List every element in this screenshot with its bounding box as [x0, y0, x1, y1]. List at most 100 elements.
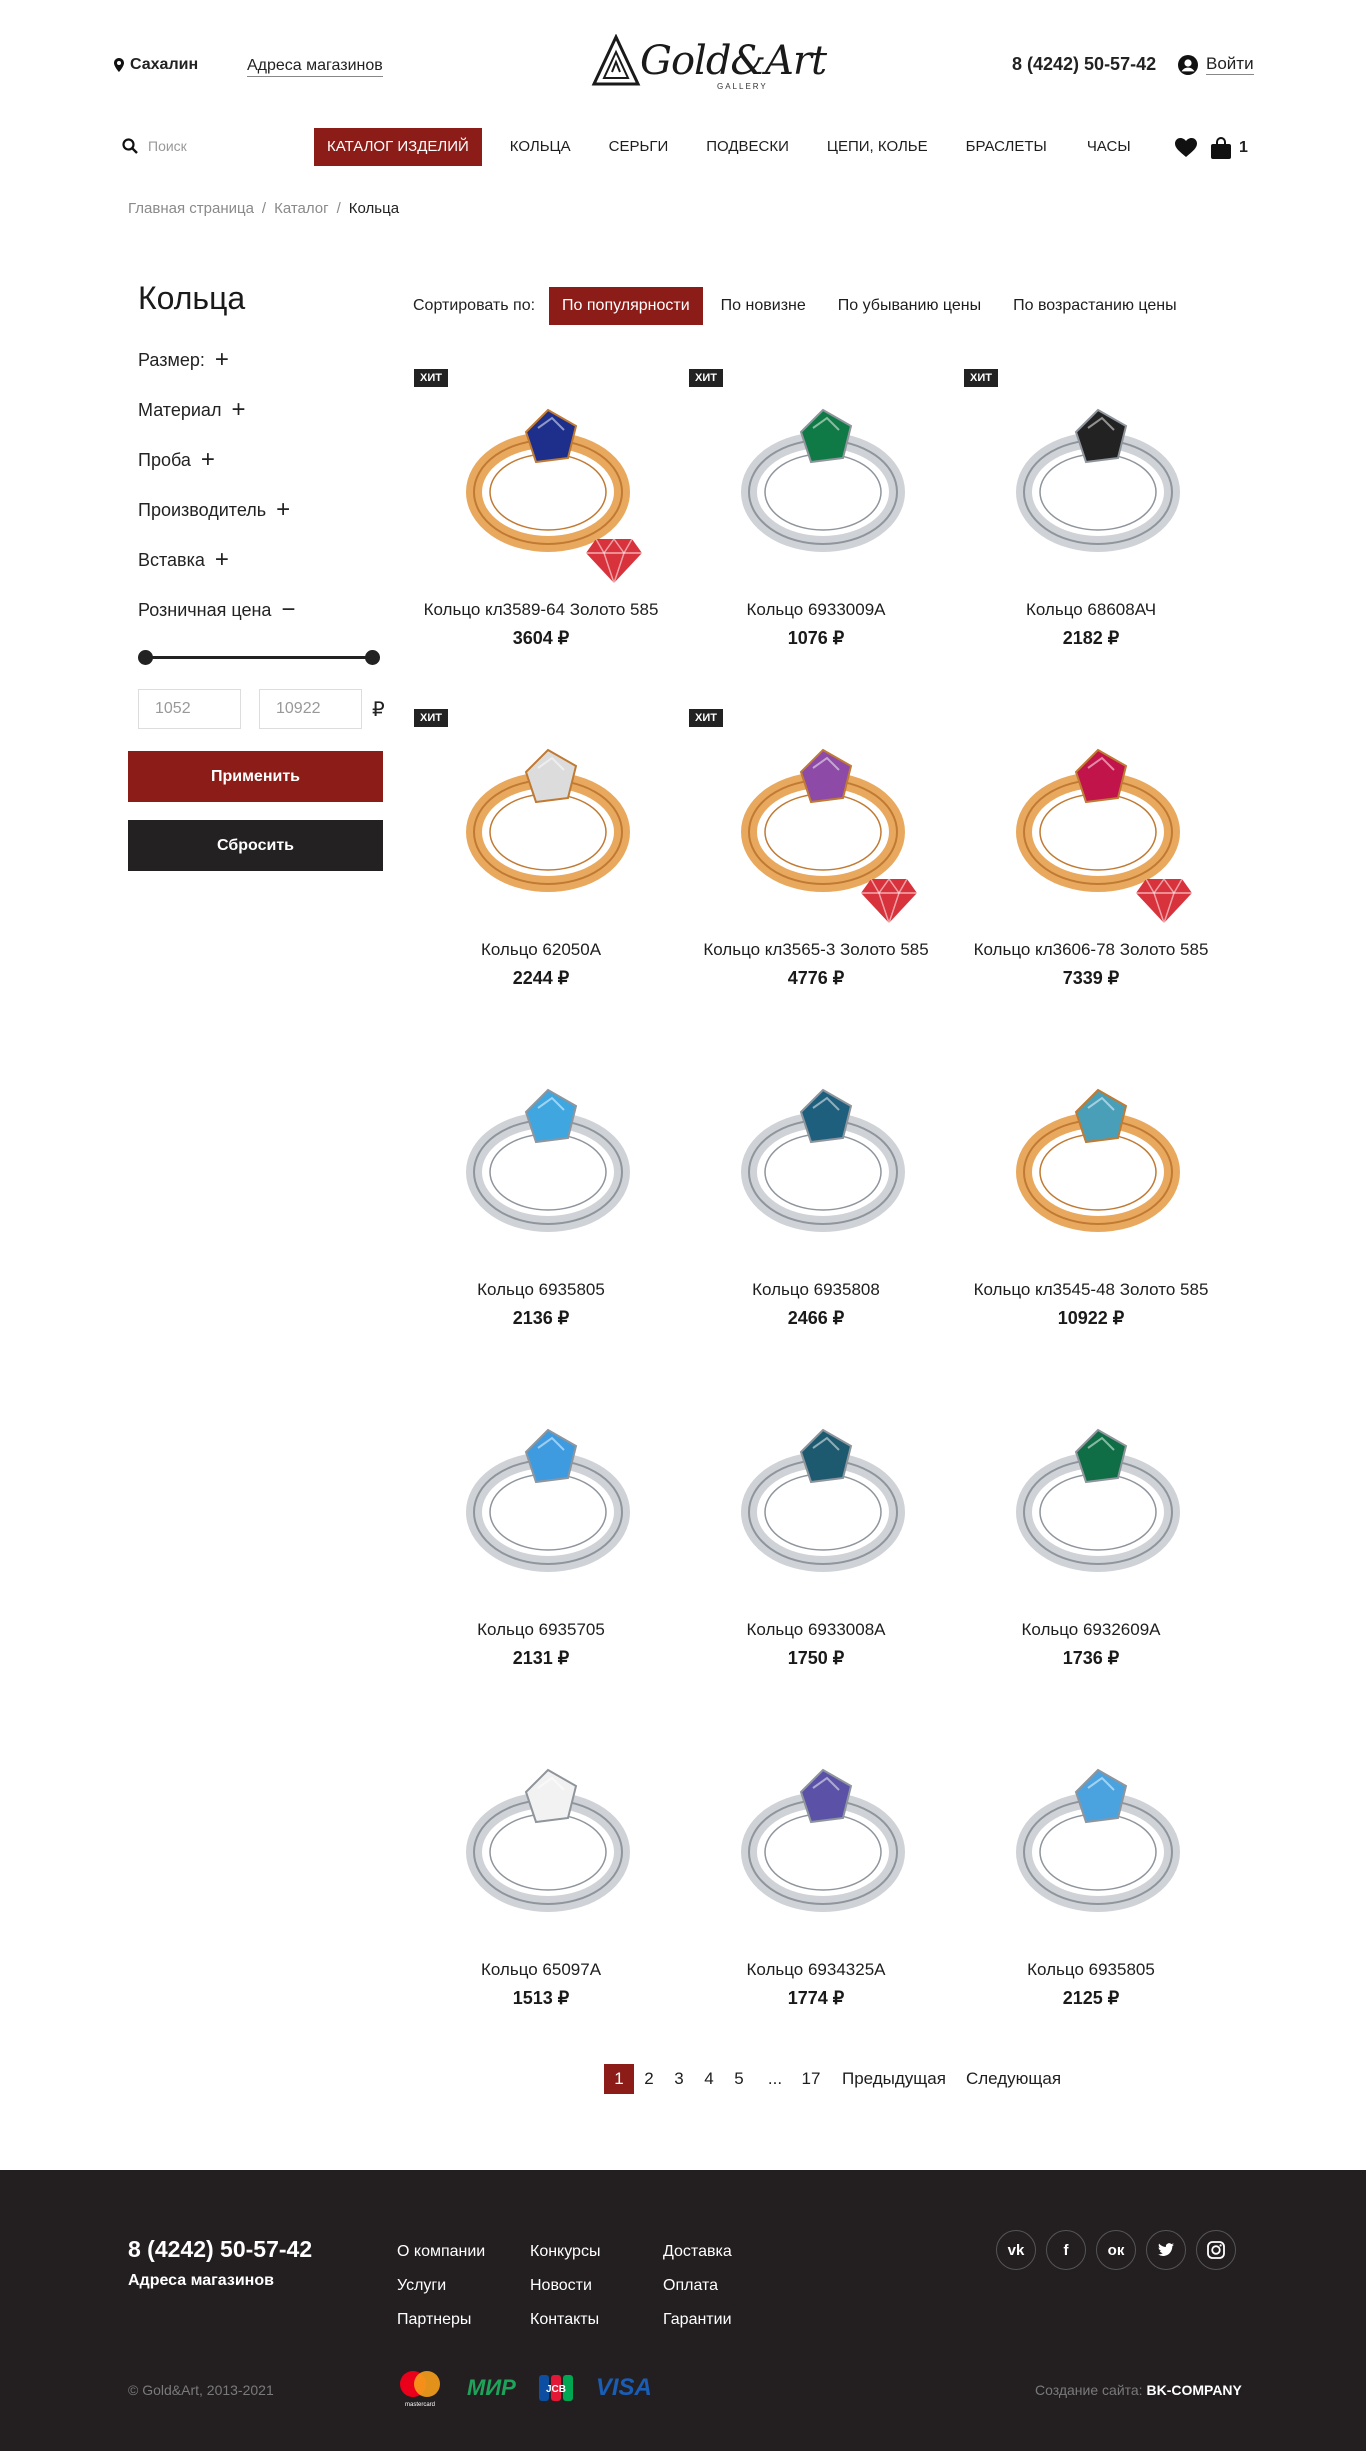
- nav-rings[interactable]: КОЛЬЦА: [496, 128, 585, 166]
- product-card[interactable]: Кольцо 6935705 2131 ₽: [406, 1380, 676, 1710]
- product-card[interactable]: ХИТ Кольцо 6933009А 1076 ₽: [681, 360, 951, 690]
- product-name[interactable]: Кольцо 6933009А: [681, 600, 951, 620]
- filter-insert[interactable]: Вставка +: [138, 535, 383, 585]
- product-name[interactable]: Кольцо 6935805: [956, 1960, 1226, 1980]
- product-card[interactable]: Кольцо 65097А 1513 ₽: [406, 1720, 676, 2050]
- sort-popularity[interactable]: По популярности: [549, 287, 703, 325]
- product-image[interactable]: [731, 1064, 916, 1239]
- facebook-icon[interactable]: f: [1046, 2230, 1086, 2270]
- product-name[interactable]: Кольцо 6935805: [406, 1280, 676, 1300]
- product-name[interactable]: Кольцо 6935808: [681, 1280, 951, 1300]
- cart-button[interactable]: 1: [1211, 137, 1248, 159]
- filter-price[interactable]: Розничная цена −: [138, 585, 383, 635]
- product-name[interactable]: Кольцо 62050А: [406, 940, 676, 960]
- search-input[interactable]: Поиск: [148, 138, 187, 154]
- product-card[interactable]: Кольцо 6934325А 1774 ₽: [681, 1720, 951, 2050]
- footer-link-delivery[interactable]: Доставка: [663, 2235, 732, 2269]
- sort-price-asc[interactable]: По возрастанию цены: [999, 287, 1191, 325]
- reset-button[interactable]: Сбросить: [128, 820, 383, 871]
- nav-chains[interactable]: ЦЕПИ, КОЛЬЕ: [813, 128, 942, 166]
- product-image[interactable]: [731, 1744, 916, 1919]
- page-link-3[interactable]: 3: [664, 2064, 694, 2094]
- product-name[interactable]: Кольцо кл3565-3 Золото 585: [681, 940, 951, 960]
- product-image[interactable]: [456, 1744, 641, 1919]
- product-name[interactable]: Кольцо 6933008А: [681, 1620, 951, 1640]
- nav-pendants[interactable]: ПОДВЕСКИ: [692, 128, 803, 166]
- product-card[interactable]: Кольцо 6935805 2136 ₽: [406, 1040, 676, 1370]
- product-name[interactable]: Кольцо кл3545-48 Золото 585: [956, 1280, 1226, 1300]
- product-name[interactable]: Кольцо кл3589-64 Золото 585: [406, 600, 676, 620]
- prev-page-link[interactable]: Предыдущая: [832, 2064, 956, 2094]
- filter-assay[interactable]: Проба +: [138, 435, 383, 485]
- product-card[interactable]: Кольцо кл3606-78 Золото 585 7339 ₽: [956, 700, 1226, 1030]
- filter-material[interactable]: Материал +: [138, 385, 383, 435]
- product-card[interactable]: ХИТ Кольцо кл3589-64 Золото 585 3604 ₽: [406, 360, 676, 690]
- nav-watches[interactable]: ЧАСЫ: [1073, 128, 1145, 166]
- product-image[interactable]: [456, 1064, 641, 1239]
- page-link-last[interactable]: 17: [796, 2064, 826, 2094]
- product-card[interactable]: Кольцо кл3545-48 Золото 585 10922 ₽: [956, 1040, 1226, 1370]
- breadcrumb-catalog[interactable]: Каталог: [274, 200, 329, 217]
- sort-newest[interactable]: По новизне: [707, 287, 820, 325]
- product-card[interactable]: ХИТ Кольцо 68608АЧ 2182 ₽: [956, 360, 1226, 690]
- page-link-5[interactable]: 5: [724, 2064, 754, 2094]
- stores-link[interactable]: Адреса магазинов: [247, 56, 383, 77]
- footer-link-about[interactable]: О компании: [397, 2235, 485, 2269]
- product-card[interactable]: ХИТ Кольцо кл3565-3 Золото 585 4776 ₽: [681, 700, 951, 1030]
- footer-link-warranty[interactable]: Гарантии: [663, 2303, 732, 2337]
- footer-link-news[interactable]: Новости: [530, 2269, 600, 2303]
- filter-manufacturer[interactable]: Производитель +: [138, 485, 383, 535]
- instagram-icon[interactable]: [1196, 2230, 1236, 2270]
- price-range-slider[interactable]: [138, 647, 380, 667]
- footer-link-contests[interactable]: Конкурсы: [530, 2235, 600, 2269]
- slider-handle-max[interactable]: [365, 650, 380, 665]
- odnoklassniki-icon[interactable]: ок: [1096, 2230, 1136, 2270]
- price-min-input[interactable]: [138, 689, 241, 729]
- footer-link-payment[interactable]: Оплата: [663, 2269, 732, 2303]
- city-selector[interactable]: Сахалин: [114, 56, 198, 74]
- product-name[interactable]: Кольцо 6934325А: [681, 1960, 951, 1980]
- apply-button[interactable]: Применить: [128, 751, 383, 802]
- footer-phone[interactable]: 8 (4242) 50-57-42: [128, 2236, 312, 2263]
- product-image[interactable]: [731, 1404, 916, 1579]
- header-phone[interactable]: 8 (4242) 50-57-42: [1012, 54, 1156, 75]
- page-link-2[interactable]: 2: [634, 2064, 664, 2094]
- product-image[interactable]: [456, 1404, 641, 1579]
- product-image[interactable]: [731, 384, 916, 559]
- footer-stores-link[interactable]: Адреса магазинов: [128, 2272, 274, 2290]
- next-page-link[interactable]: Следующая: [956, 2064, 1071, 2094]
- footer-link-contacts[interactable]: Контакты: [530, 2303, 600, 2337]
- page-link-4[interactable]: 4: [694, 2064, 724, 2094]
- product-image[interactable]: [1006, 1064, 1191, 1239]
- made-by-link[interactable]: BK-COMPANY: [1146, 2382, 1241, 2398]
- product-image[interactable]: [731, 724, 916, 899]
- product-card[interactable]: Кольцо 6933008А 1750 ₽: [681, 1380, 951, 1710]
- sort-price-desc[interactable]: По убыванию цены: [824, 287, 995, 325]
- product-card[interactable]: Кольцо 6935808 2466 ₽: [681, 1040, 951, 1370]
- product-card[interactable]: Кольцо 6932609А 1736 ₽: [956, 1380, 1226, 1710]
- product-image[interactable]: [456, 384, 641, 559]
- product-card[interactable]: Кольцо 6935805 2125 ₽: [956, 1720, 1226, 2050]
- page-link-1[interactable]: 1: [604, 2064, 634, 2094]
- favorites-heart-icon[interactable]: [1175, 138, 1197, 158]
- breadcrumb-home[interactable]: Главная страница: [128, 200, 254, 217]
- price-max-input[interactable]: [259, 689, 362, 729]
- product-name[interactable]: Кольцо 68608АЧ: [956, 600, 1226, 620]
- product-image[interactable]: [1006, 384, 1191, 559]
- search-box[interactable]: Поиск: [122, 138, 187, 154]
- nav-catalog[interactable]: КАТАЛОГ ИЗДЕЛИЙ: [314, 128, 482, 166]
- product-image[interactable]: [1006, 1404, 1191, 1579]
- product-image[interactable]: [1006, 1744, 1191, 1919]
- login-button[interactable]: Войти: [1178, 54, 1254, 75]
- vk-icon[interactable]: vk: [996, 2230, 1036, 2270]
- product-name[interactable]: Кольцо 6935705: [406, 1620, 676, 1640]
- footer-link-partners[interactable]: Партнеры: [397, 2303, 485, 2337]
- product-image[interactable]: [456, 724, 641, 899]
- nav-earrings[interactable]: СЕРЬГИ: [595, 128, 683, 166]
- product-name[interactable]: Кольцо кл3606-78 Золото 585: [956, 940, 1226, 960]
- slider-handle-min[interactable]: [138, 650, 153, 665]
- twitter-icon[interactable]: [1146, 2230, 1186, 2270]
- product-name[interactable]: Кольцо 65097А: [406, 1960, 676, 1980]
- product-card[interactable]: ХИТ Кольцо 62050А 2244 ₽: [406, 700, 676, 1030]
- filter-size[interactable]: Размер: +: [138, 335, 383, 385]
